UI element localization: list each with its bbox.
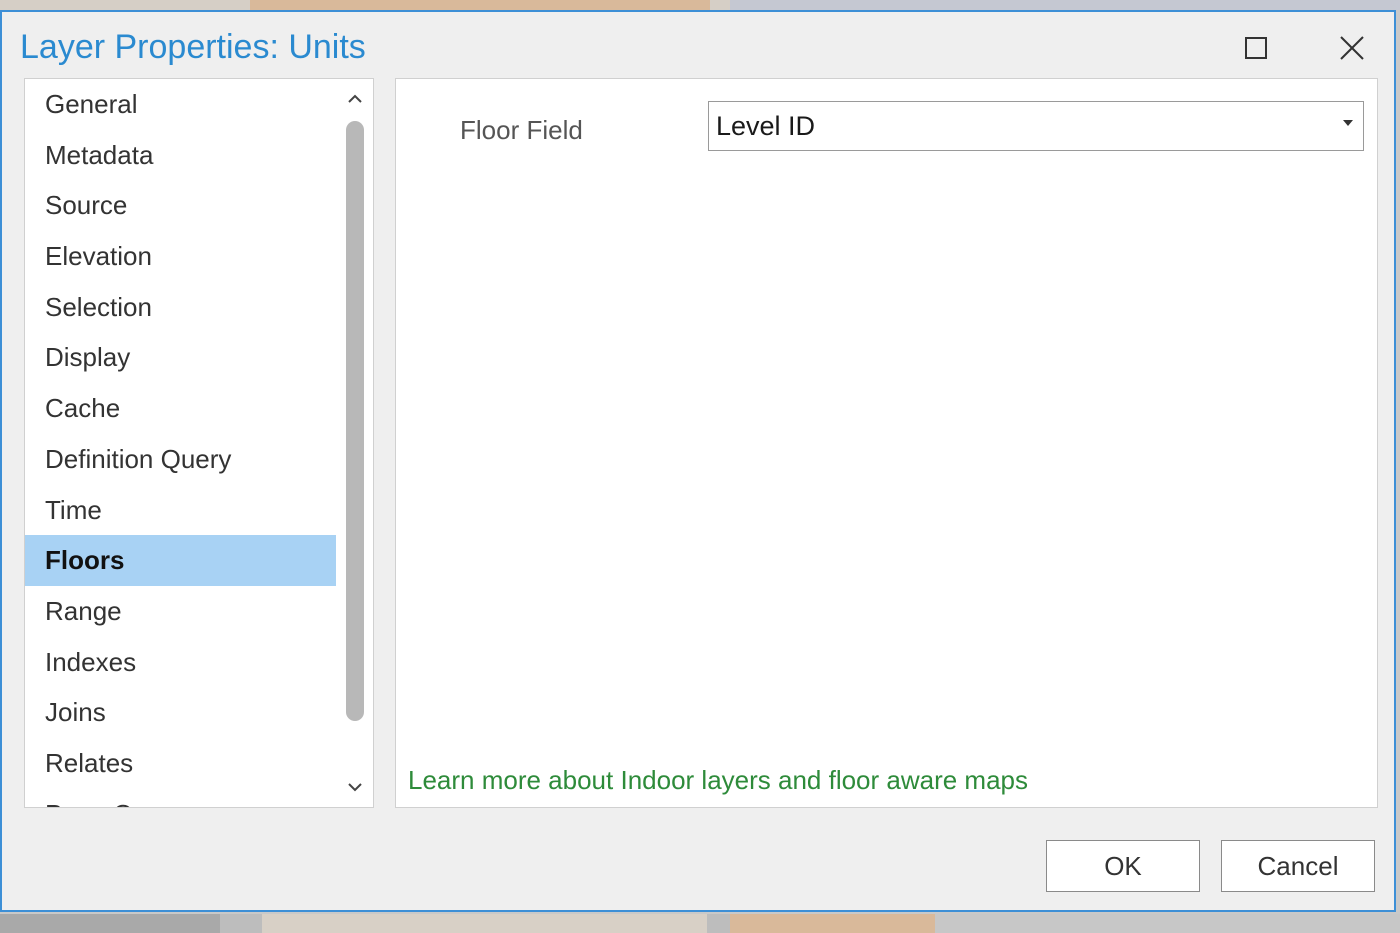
cancel-button[interactable]: Cancel xyxy=(1221,840,1375,892)
background-strip xyxy=(730,914,935,933)
sidebar-item-selection[interactable]: Selection xyxy=(25,282,336,333)
floor-field-label: Floor Field xyxy=(460,115,583,145)
sidebar-item-cache[interactable]: Cache xyxy=(25,383,336,434)
background-app-top xyxy=(0,0,1400,10)
scroll-down-button[interactable] xyxy=(337,769,373,805)
dropdown-arrow-icon xyxy=(1343,120,1353,126)
sidebar-item-general[interactable]: General xyxy=(25,79,336,130)
floor-field-dropdown[interactable]: Level ID xyxy=(708,101,1364,151)
close-icon xyxy=(1340,36,1364,60)
sidebar-item-floors[interactable]: Floors xyxy=(25,535,336,586)
sidebar-item-indexes[interactable]: Indexes xyxy=(25,637,336,688)
background-app-bottom xyxy=(0,914,1400,933)
ok-button[interactable]: OK xyxy=(1046,840,1200,892)
scroll-up-button[interactable] xyxy=(337,81,373,117)
sidebar-item-display[interactable]: Display xyxy=(25,332,336,383)
sidebar-item-page-query[interactable]: Page Query xyxy=(25,789,336,807)
layer-properties-dialog: Layer Properties: Units General Metadata… xyxy=(0,10,1396,912)
maximize-button[interactable] xyxy=(1234,26,1278,70)
sidebar-item-metadata[interactable]: Metadata xyxy=(25,130,336,181)
sidebar-item-relates[interactable]: Relates xyxy=(25,738,336,789)
properties-sidebar: General Metadata Source Elevation Select… xyxy=(24,78,374,808)
background-strip xyxy=(262,914,707,933)
sidebar-item-source[interactable]: Source xyxy=(25,180,336,231)
sidebar-item-joins[interactable]: Joins xyxy=(25,687,336,738)
dialog-title: Layer Properties: Units xyxy=(20,28,366,66)
background-strip xyxy=(250,0,710,10)
sidebar-item-time[interactable]: Time xyxy=(25,485,336,536)
sidebar-scrollbar[interactable] xyxy=(337,79,373,807)
background-strip xyxy=(0,914,220,933)
learn-more-link[interactable]: Learn more about Indoor layers and floor… xyxy=(408,765,1028,796)
background-strip xyxy=(730,0,1400,10)
floors-settings-panel: Floor Field Level ID Learn more about In… xyxy=(395,78,1378,808)
scrollbar-thumb[interactable] xyxy=(346,121,364,721)
chevron-down-icon xyxy=(348,783,362,792)
sidebar-item-range[interactable]: Range xyxy=(25,586,336,637)
sidebar-list: General Metadata Source Elevation Select… xyxy=(25,79,336,807)
maximize-icon xyxy=(1245,37,1267,59)
sidebar-item-elevation[interactable]: Elevation xyxy=(25,231,336,282)
close-button[interactable] xyxy=(1330,26,1374,70)
chevron-up-icon xyxy=(348,94,362,103)
background-strip xyxy=(935,914,1400,933)
sidebar-item-definition-query[interactable]: Definition Query xyxy=(25,434,336,485)
floor-field-value: Level ID xyxy=(716,111,816,141)
